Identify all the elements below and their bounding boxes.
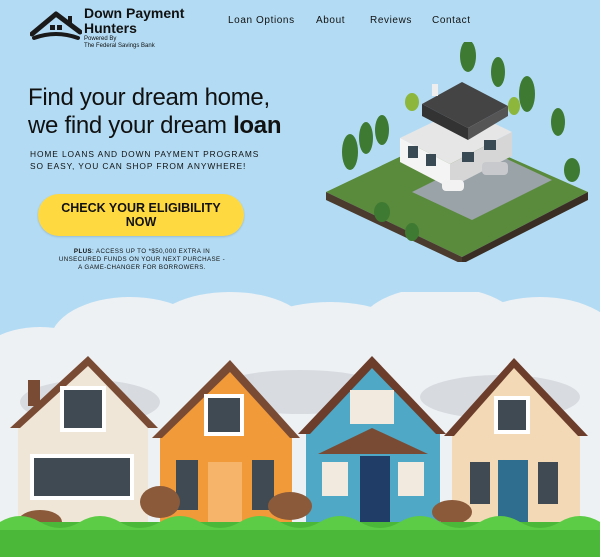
hero-tagline: HOME LOANS AND DOWN PAYMENT PROGRAMS SO … [30, 148, 259, 172]
brand-subtitle: Powered By The Federal Savings Bank [84, 36, 155, 50]
headline-line1: Find your dream home, [28, 84, 270, 111]
brand-title-line1: Down Payment [84, 5, 185, 21]
houses-row-illustration [0, 356, 600, 557]
isometric-house-illustration [326, 42, 588, 262]
nav-reviews[interactable]: Reviews [370, 15, 412, 26]
promo-line2: UNSECURED FUNDS ON YOUR NEXT PURCHASE - [58, 256, 226, 263]
check-eligibility-button[interactable]: CHECK YOUR ELIGIBILITY NOW [38, 194, 244, 236]
brand-title-line2: Hunters [84, 20, 137, 36]
tagline-line2: SO EASY, YOU CAN SHOP FROM ANYWHERE! [30, 161, 247, 171]
cta-line2: NOW [125, 215, 157, 229]
tagline-line1: HOME LOANS AND DOWN PAYMENT PROGRAMS [30, 149, 260, 159]
bank-name-text: The Federal Savings Bank [84, 43, 155, 49]
hero-headline: Find your dream home, we find your dream… [28, 84, 282, 140]
nav-about[interactable]: About [316, 15, 345, 26]
promo-line3: A GAME-CHANGER FOR BORROWERS. [78, 264, 206, 271]
powered-by-text: Powered By [84, 36, 117, 42]
nav-contact[interactable]: Contact [432, 15, 471, 26]
headline-line2-bold: loan [233, 112, 282, 139]
headline-line2-prefix: we find your dream [28, 112, 234, 139]
promo-bold: PLUS [73, 248, 93, 255]
brand-title: Down Payment Hunters [84, 6, 184, 36]
promo-text: PLUS: ACCESS UP TO *$50,000 EXTRA IN UNS… [38, 248, 246, 272]
nav-loan-options[interactable]: Loan Options [228, 15, 295, 26]
house-beige [10, 356, 158, 526]
brand-logo[interactable]: Down Payment Hunters Powered By The Fede… [30, 6, 200, 50]
house-teal [298, 356, 446, 526]
promo-line1: : ACCESS UP TO *$50,000 EXTRA IN [92, 248, 211, 255]
cta-line1: CHECK YOUR ELIGIBILITY [61, 201, 221, 215]
house-roof-logo-icon [30, 11, 82, 40]
house-peach [444, 358, 588, 526]
